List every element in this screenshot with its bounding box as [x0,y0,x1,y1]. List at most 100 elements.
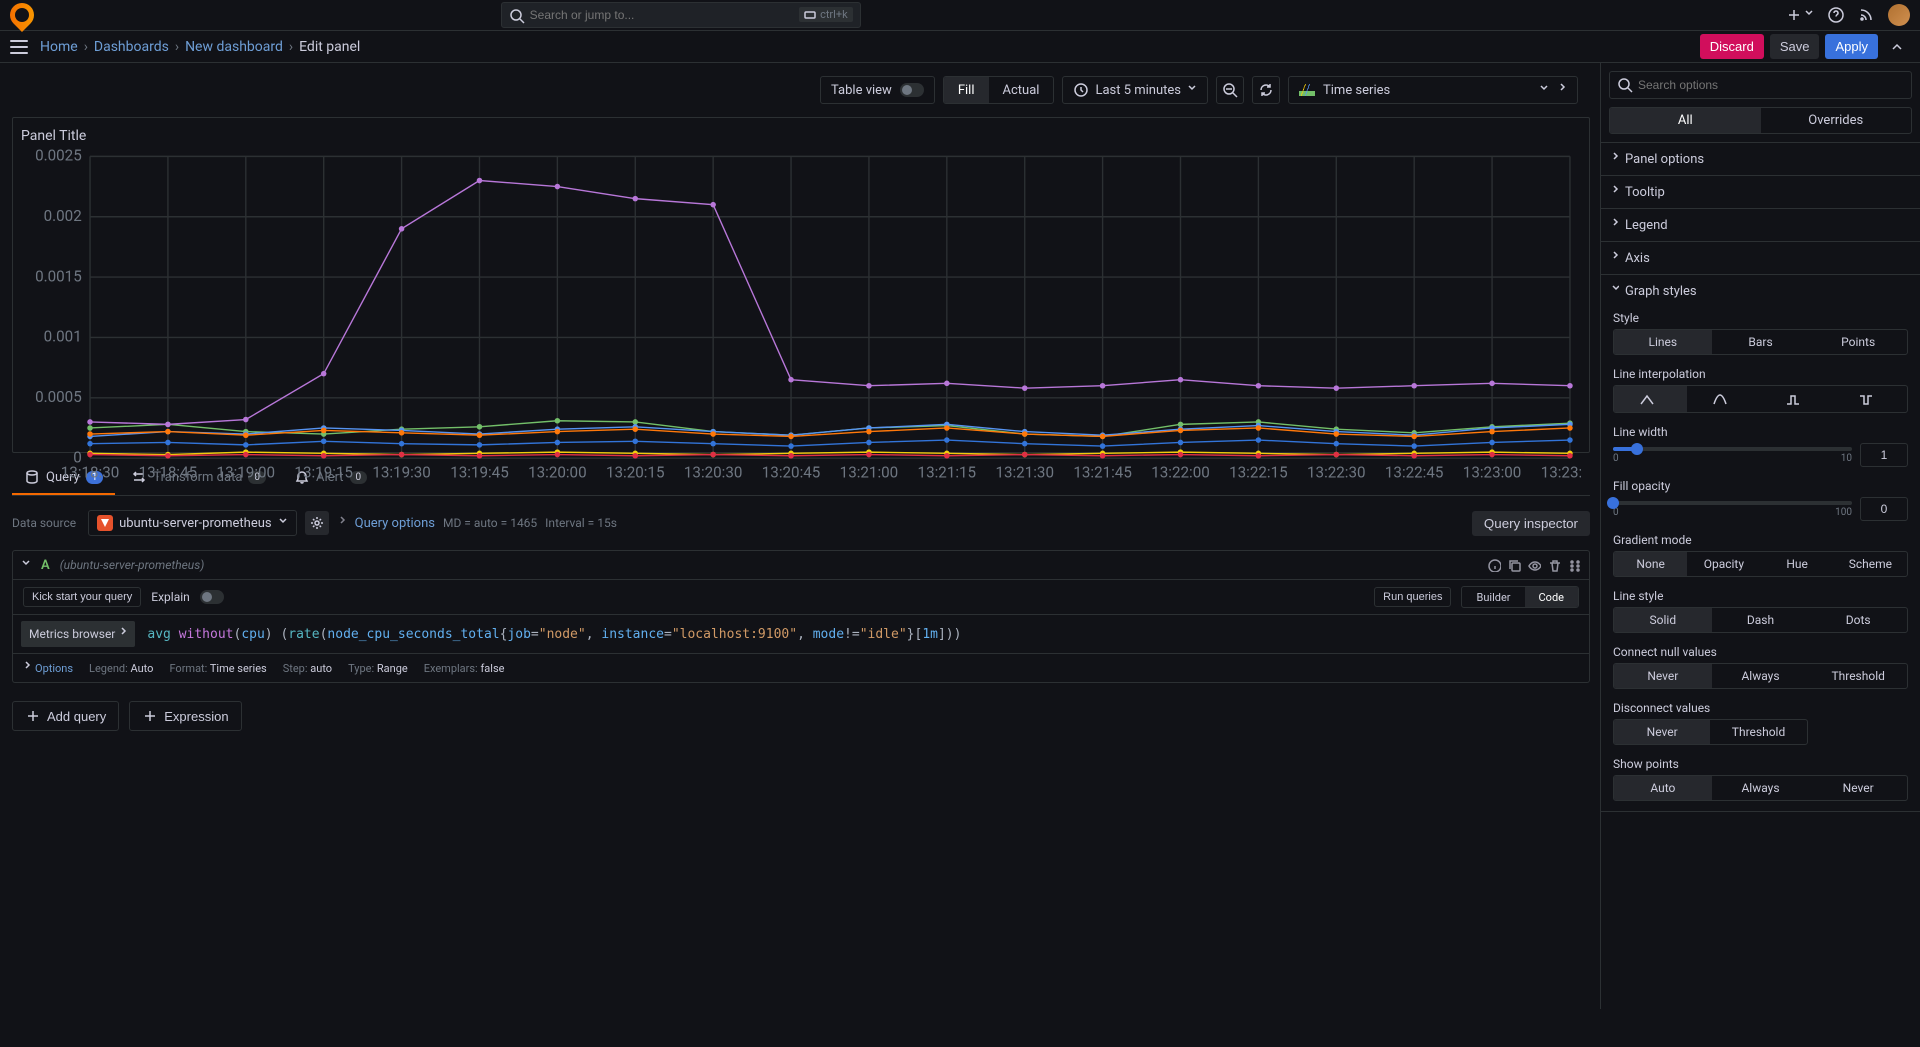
gradient-none[interactable]: None [1614,552,1687,576]
linestyle-solid[interactable]: Solid [1614,608,1712,632]
svg-text:13:22:45: 13:22:45 [1385,464,1444,482]
section-legend[interactable]: Legend [1601,209,1920,241]
gradient-opacity[interactable]: Opacity [1687,552,1760,576]
line-width-slider[interactable] [1613,447,1852,451]
tab-all[interactable]: All [1610,108,1761,133]
style-points[interactable]: Points [1809,330,1907,354]
linestyle-dots[interactable]: Dots [1809,608,1907,632]
add-expression-button[interactable]: Expression [129,701,241,731]
interp-linear[interactable] [1614,386,1687,412]
datasource-settings-button[interactable] [305,511,329,535]
svg-text:13:20:15: 13:20:15 [606,464,665,482]
svg-text:13:19:00: 13:19:00 [217,464,276,482]
chevron-down-icon [278,515,288,531]
show-points-segment: Auto Always Never [1613,775,1908,801]
kick-start-button[interactable]: Kick start your query [23,587,141,607]
interp-smooth[interactable] [1687,386,1760,412]
query-options-link[interactable]: Query options [355,516,435,531]
options-search-input[interactable] [1609,71,1912,99]
style-lines[interactable]: Lines [1614,330,1712,354]
disconnect-never[interactable]: Never [1614,720,1710,744]
actual-seg[interactable]: Actual [989,77,1054,103]
section-graph-styles[interactable]: Graph styles [1601,275,1920,307]
user-avatar[interactable] [1888,4,1910,26]
chevron-down-icon [1804,7,1814,23]
time-range-picker[interactable]: Last 5 minutes [1062,76,1208,104]
settings-icon [309,515,325,531]
connect-always[interactable]: Always [1712,664,1810,688]
code-mode[interactable]: Code [1525,587,1578,607]
plus-icon [25,708,41,724]
collapse-panel-button[interactable] [1884,34,1910,60]
points-always[interactable]: Always [1712,776,1810,800]
opt-legend: Legend: Auto [89,662,153,675]
connect-threshold[interactable]: Threshold [1809,664,1907,688]
fill-opacity-slider[interactable] [1613,501,1852,505]
style-bars[interactable]: Bars [1712,330,1810,354]
svg-text:13:20:00: 13:20:00 [528,464,587,482]
query-inspector-button[interactable]: Query inspector [1472,511,1590,536]
interp-step-after[interactable] [1834,386,1907,412]
chevron-right-icon [1611,250,1619,266]
discard-button[interactable]: Discard [1700,34,1764,59]
label-show-points: Show points [1613,757,1908,771]
section-tooltip[interactable]: Tooltip [1601,176,1920,208]
label-disconnect: Disconnect values [1613,701,1908,715]
drag-handle-icon[interactable] [1567,558,1581,572]
linestyle-dash[interactable]: Dash [1712,608,1810,632]
zoom-out-button[interactable] [1216,76,1244,104]
points-never[interactable]: Never [1809,776,1907,800]
kbd-shortcut-hint: ctrl+k [799,7,853,22]
fill-seg[interactable]: Fill [944,77,989,103]
chevron-down-icon[interactable] [21,557,31,573]
trash-icon[interactable] [1547,558,1561,572]
save-button[interactable]: Save [1770,34,1820,59]
crumb-new-dashboard[interactable]: New dashboard [185,39,283,55]
metrics-browser-button[interactable]: Metrics browser [21,621,135,647]
section-panel-options[interactable]: Panel options [1601,143,1920,175]
points-auto[interactable]: Auto [1614,776,1712,800]
label-connect-null: Connect null values [1613,645,1908,659]
builder-mode[interactable]: Builder [1462,587,1524,607]
menu-toggle[interactable] [10,40,28,54]
query-expression-input[interactable]: avg without(cpu) (rate(node_cpu_seconds_… [143,623,1581,646]
crumb-home[interactable]: Home [40,39,78,55]
datasource-select[interactable]: ubuntu-server-prometheus [88,510,297,536]
chart-area[interactable]: 00.00050.0010.00150.0020.002513:18:3013:… [21,148,1581,483]
apply-button[interactable]: Apply [1825,34,1878,59]
datasource-row: Data source ubuntu-server-prometheus Que… [12,504,1590,542]
copy-icon[interactable] [1507,558,1521,572]
add-menu[interactable] [1786,7,1814,23]
help-icon[interactable] [1828,7,1844,23]
zoom-out-icon [1222,82,1238,98]
clock-icon [1073,82,1089,98]
table-view-toggle[interactable]: Table view [820,76,935,104]
opt-format: Format: Time series [169,662,266,675]
svg-text:0.0015: 0.0015 [35,267,82,285]
add-query-button[interactable]: Add query [12,701,119,731]
crumb-dashboards[interactable]: Dashboards [94,39,169,55]
tab-overrides[interactable]: Overrides [1761,108,1912,133]
line-width-input[interactable] [1860,443,1908,467]
query-options-toggle[interactable]: Options [23,660,73,676]
info-icon[interactable] [1487,558,1501,572]
eye-icon[interactable] [1527,558,1541,572]
section-axis[interactable]: Axis [1601,242,1920,274]
fill-opacity-input[interactable] [1860,497,1908,521]
gradient-hue[interactable]: Hue [1761,552,1834,576]
interp-step-before[interactable] [1761,386,1834,412]
label-line-interpolation: Line interpolation [1613,367,1908,381]
line-style-segment: Solid Dash Dots [1613,607,1908,633]
connect-never[interactable]: Never [1614,664,1712,688]
refresh-button[interactable] [1252,76,1280,104]
global-search: ctrl+k [501,2,861,28]
visualization-picker[interactable]: Time series [1288,76,1578,104]
gradient-scheme[interactable]: Scheme [1834,552,1907,576]
run-queries-button[interactable]: Run queries [1374,587,1451,607]
svg-text:13:19:45: 13:19:45 [450,464,509,482]
explain-toggle[interactable] [200,590,224,604]
rss-icon[interactable] [1858,7,1874,23]
svg-text:13:18:30: 13:18:30 [61,464,120,482]
grafana-logo[interactable] [5,0,39,32]
disconnect-threshold[interactable]: Threshold [1710,720,1806,744]
